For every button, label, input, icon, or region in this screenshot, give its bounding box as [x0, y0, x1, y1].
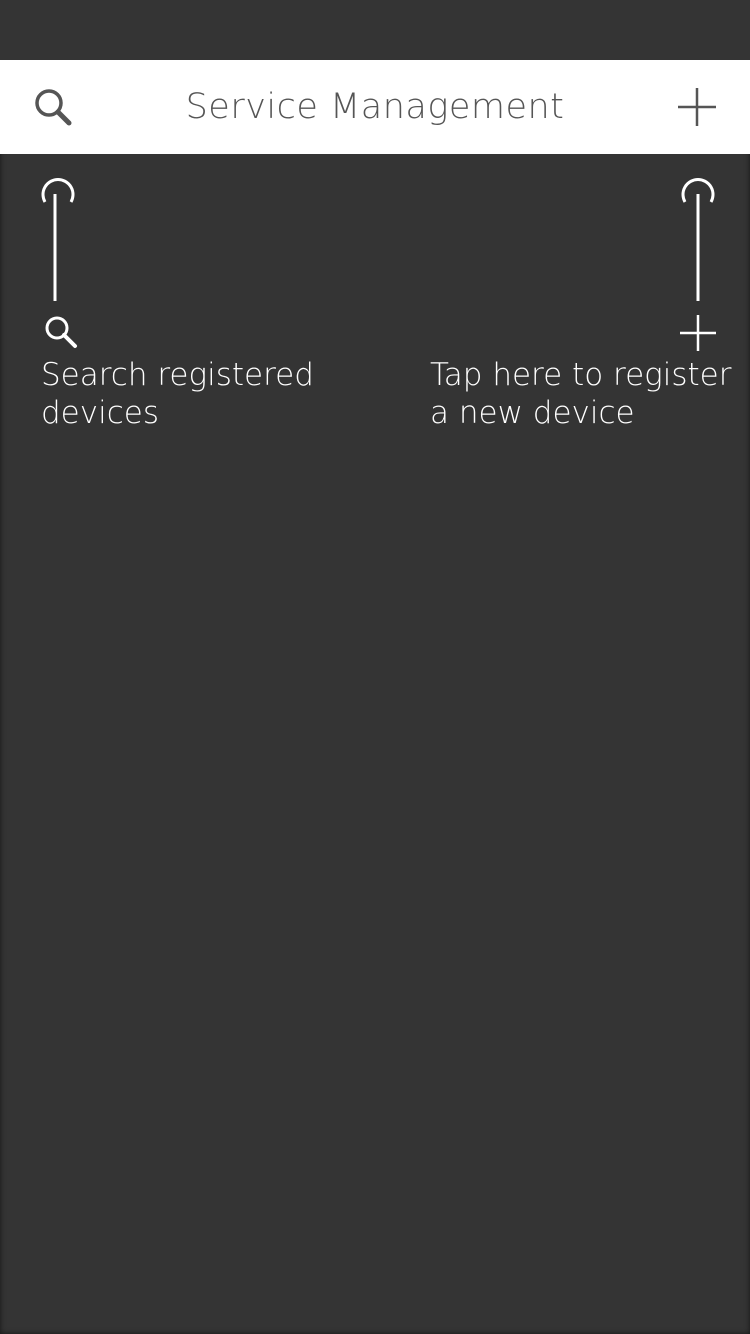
- search-hint-pointer: [36, 174, 80, 354]
- pointer-line-icon: [680, 178, 716, 351]
- add-hint-text: Tap here to register a new device: [430, 357, 732, 431]
- status-bar: [0, 0, 750, 60]
- app-screen: Service Management Search registered dev…: [0, 0, 750, 1334]
- search-button[interactable]: [23, 77, 83, 137]
- search-icon: [35, 89, 72, 126]
- pointer-line-icon: [41, 178, 77, 348]
- search-icon: [45, 316, 77, 348]
- add-hint-pointer: [678, 174, 722, 354]
- plus-icon: [680, 315, 716, 351]
- add-device-button[interactable]: [667, 77, 727, 137]
- plus-icon: [678, 88, 716, 126]
- page-title: Service Management: [185, 87, 565, 127]
- search-hint-text: Search registered devices: [41, 357, 314, 431]
- header-bar: Service Management: [0, 60, 750, 154]
